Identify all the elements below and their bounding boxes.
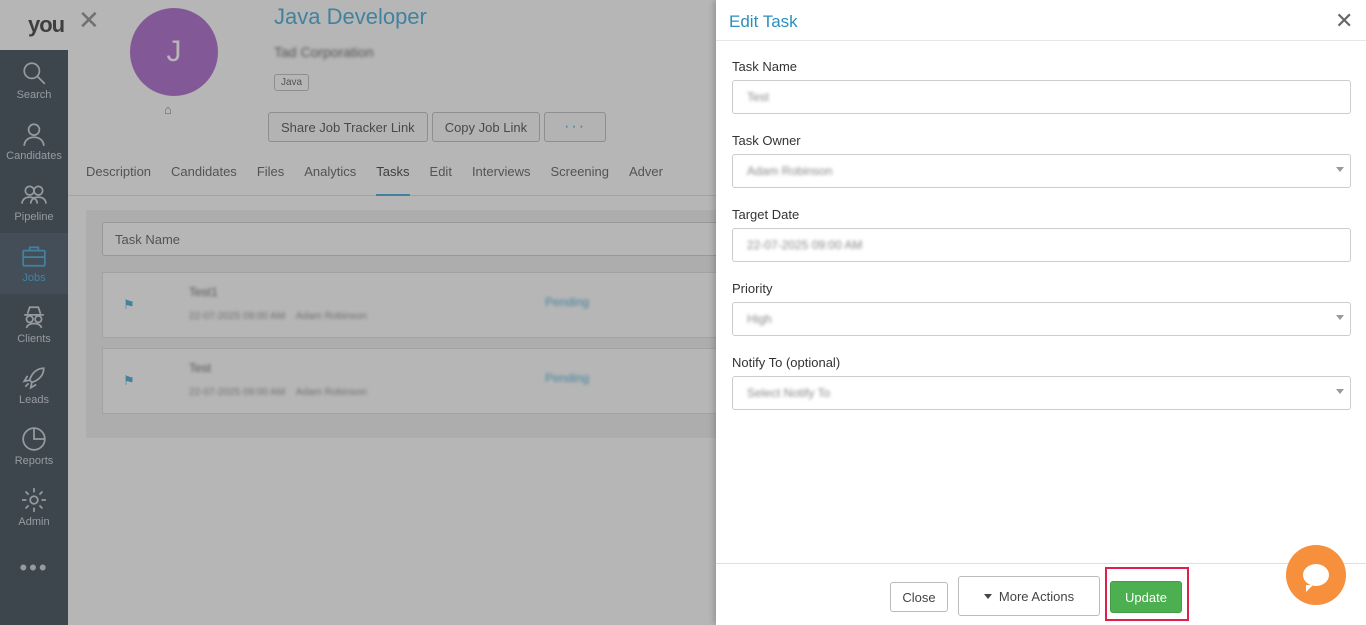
chat-widget-button[interactable] <box>1286 545 1346 605</box>
task-name-input[interactable]: Test <box>732 80 1351 114</box>
task-name-value: Test <box>747 90 770 104</box>
more-actions-label: More Actions <box>998 588 1075 604</box>
notify-to-value: Select Notify To <box>747 386 831 400</box>
close-button[interactable]: Close <box>890 582 948 612</box>
notify-to-select[interactable]: Select Notify To <box>732 376 1351 410</box>
notify-to-label: Notify To (optional) <box>732 355 841 370</box>
more-actions-button[interactable]: More Actions <box>958 576 1100 616</box>
caret-down-icon <box>983 593 992 599</box>
chevron-down-icon <box>1336 389 1344 394</box>
priority-select[interactable]: High <box>732 302 1351 336</box>
panel-header: Edit Task ✕ <box>716 0 1366 41</box>
edit-task-panel: Edit Task ✕ Task Name Test Task Owner Ad… <box>716 0 1366 625</box>
target-date-input[interactable]: 22-07-2025 09:00 AM <box>732 228 1351 262</box>
modal-overlay[interactable] <box>0 0 716 625</box>
task-owner-select[interactable]: Adam Robinson <box>732 154 1351 188</box>
task-owner-label: Task Owner <box>732 133 801 148</box>
task-owner-value: Adam Robinson <box>747 164 833 178</box>
chevron-down-icon <box>1336 167 1344 172</box>
priority-label: Priority <box>732 281 773 296</box>
target-date-value: 22-07-2025 09:00 AM <box>747 238 863 252</box>
chat-bubble-icon <box>1303 564 1329 592</box>
task-name-label: Task Name <box>732 59 798 74</box>
update-button[interactable]: Update <box>1110 581 1182 613</box>
chevron-down-icon <box>1336 315 1344 320</box>
close-icon[interactable]: ✕ <box>1335 9 1353 34</box>
panel-footer: Close More Actions Update <box>716 563 1366 625</box>
priority-value: High <box>747 312 772 326</box>
target-date-label: Target Date <box>732 207 800 222</box>
panel-title: Edit Task <box>729 12 798 31</box>
